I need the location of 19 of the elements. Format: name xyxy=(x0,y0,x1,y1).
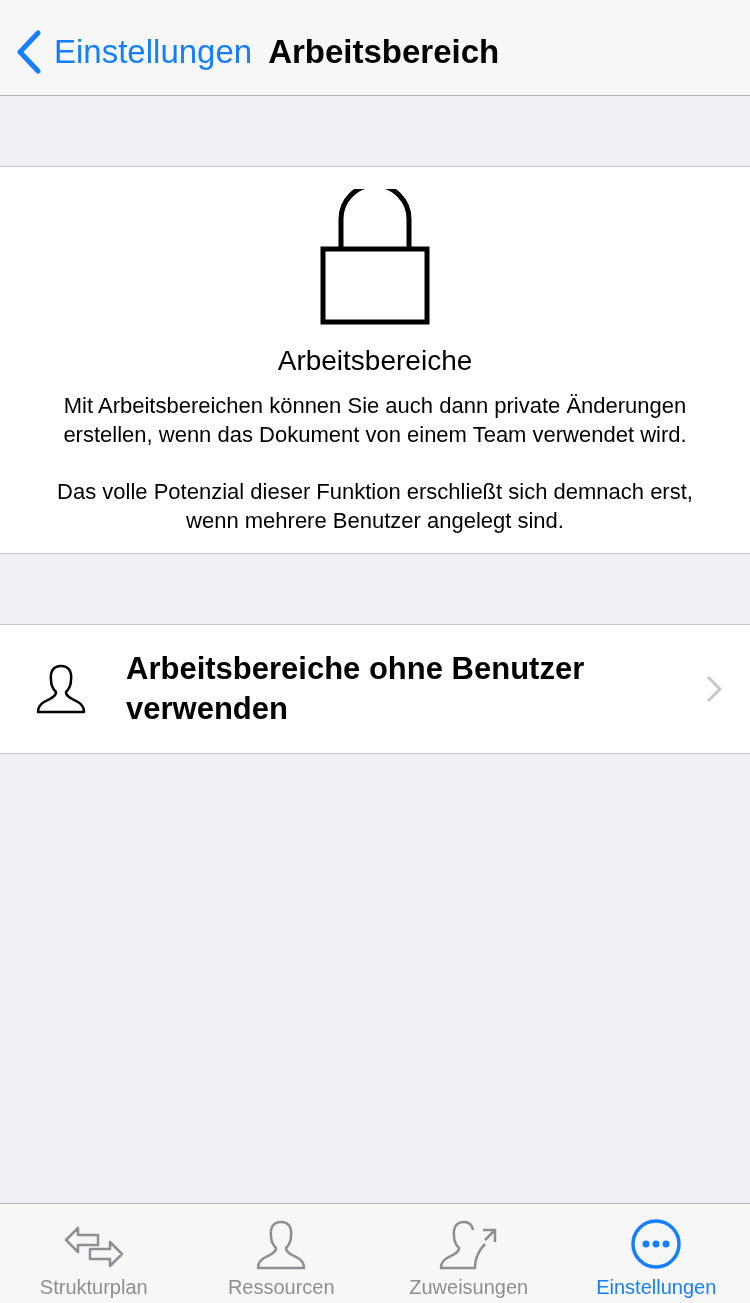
info-paragraph: Mit Arbeitsbereichen können Sie auch dann private Änderungen erstellen, wenn das Dokument von einem Team verwendet wird. xyxy=(62,392,688,449)
person-icon xyxy=(36,664,86,714)
info-heading: Arbeitsbereiche xyxy=(277,345,473,377)
more-icon xyxy=(630,1218,683,1270)
lock-icon xyxy=(320,189,430,325)
tab[interactable]: Strukturplan xyxy=(0,1204,188,1303)
tab[interactable]: Zuweisungen xyxy=(375,1204,563,1303)
back-chevron-icon xyxy=(16,29,42,74)
chevron-right-icon xyxy=(706,675,722,703)
arrows-icon xyxy=(63,1224,124,1270)
person-arrow-icon xyxy=(438,1220,499,1270)
tab[interactable]: Einstellungen xyxy=(562,1204,750,1303)
info-paragraph: Das volle Potenzial dieser Funktion erschließt sich demnach erst, wenn mehrere Benutzer angelegt sind. xyxy=(56,478,694,535)
back-button[interactable]: Einstellungen xyxy=(16,29,253,74)
person-icon xyxy=(256,1220,307,1270)
list-row[interactable]: Arbeitsbereiche ohne Benutzer verwenden xyxy=(0,624,750,754)
page-title: Arbeitsbereich xyxy=(268,32,500,71)
tab[interactable]: Ressourcen xyxy=(187,1204,375,1303)
row-label: Arbeitsbereiche ohne Benutzer verwenden xyxy=(126,650,586,728)
